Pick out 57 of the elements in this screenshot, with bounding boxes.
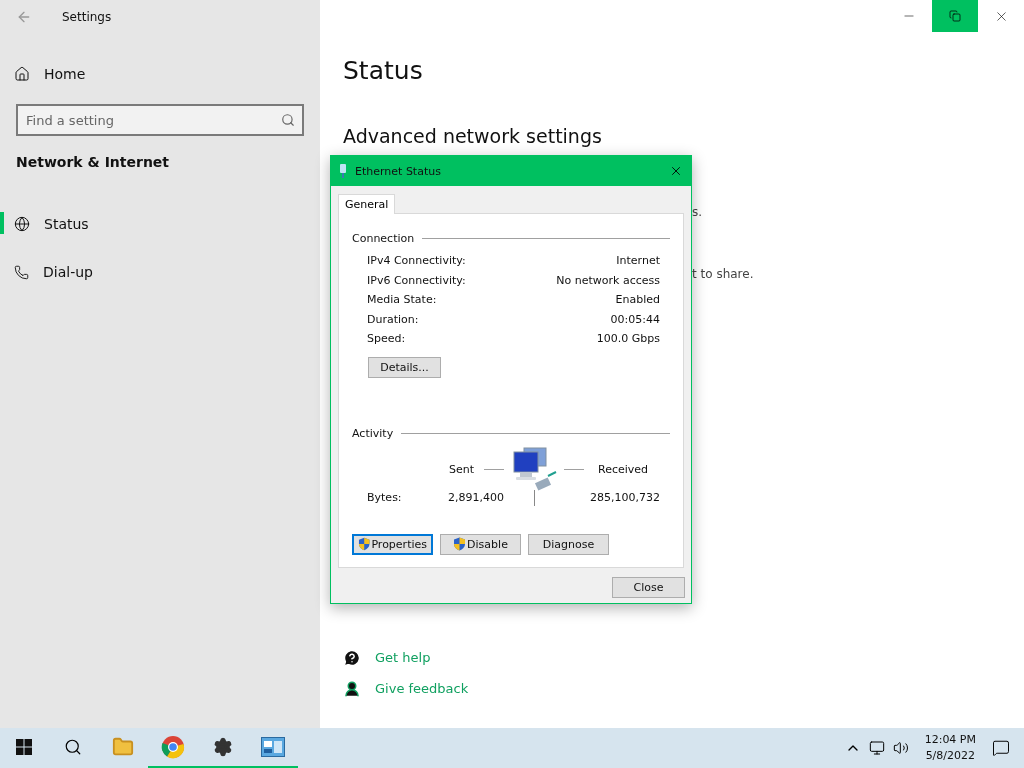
dialog-button[interactable]: Diagnose [528, 533, 609, 555]
globe-icon [14, 216, 30, 232]
feedback-icon [343, 679, 361, 698]
page-heading: Status [343, 56, 424, 85]
clock-date[interactable]: 5/8/2022 [925, 748, 976, 764]
search-icon[interactable] [64, 738, 82, 756]
field-value: Internet [616, 254, 660, 268]
home-icon [14, 66, 30, 82]
group-label: Activity [352, 426, 394, 440]
field-label: IPv4 Connectivity: [367, 254, 466, 268]
home-nav-item[interactable]: Home [0, 52, 320, 96]
phone-icon [14, 264, 29, 280]
search-field[interactable]: Find a setting [16, 104, 304, 136]
field-label: Media State: [367, 293, 437, 307]
field-label: Bytes: [367, 491, 403, 504]
close-icon[interactable] [669, 164, 683, 178]
shield-icon [453, 537, 467, 551]
dialog-button[interactable]: Properties [352, 533, 433, 555]
shield-icon [358, 537, 371, 551]
description-text: s. [692, 205, 704, 219]
clock-time[interactable]: 12:04 PM [924, 732, 976, 748]
section-heading: Advanced network settings [343, 125, 603, 147]
sent-label: Sent [448, 463, 474, 476]
settings-icon[interactable] [213, 737, 233, 757]
help-link[interactable]: Get help [343, 642, 1024, 673]
field-value: No network access [556, 273, 660, 287]
field-value: 00:05:44 [610, 312, 660, 326]
network-computers-icon [510, 445, 558, 494]
description-text: t to share. [692, 267, 755, 281]
sent-bytes: 2,891,400 [447, 491, 504, 504]
restore-icon[interactable] [949, 10, 961, 22]
field-value: 100.0 Gbps [596, 332, 660, 346]
help-icon [343, 648, 361, 667]
tab[interactable]: General [338, 194, 396, 214]
ethernet-icon [339, 164, 347, 178]
group-label: Connection [352, 232, 415, 245]
received-label: Received [598, 463, 649, 476]
volume-icon[interactable] [892, 740, 909, 756]
field-value: Enabled [615, 293, 660, 307]
notifications-icon[interactable] [992, 739, 1010, 757]
window-title: Settings [62, 10, 112, 24]
sidebar-item[interactable]: Dial-up [0, 248, 320, 296]
field-label: IPv6 Connectivity: [367, 273, 466, 287]
dialog-button[interactable]: Disable [440, 533, 521, 555]
received-bytes: 285,100,732 [589, 491, 660, 504]
field-label: Speed: [367, 332, 406, 346]
search-icon [281, 113, 295, 127]
windows-logo-icon[interactable] [16, 739, 32, 755]
network-icon[interactable] [868, 740, 885, 756]
details-button[interactable]: Details... [368, 356, 441, 378]
field-label: Duration: [367, 312, 419, 326]
section-heading: Network & Internet [15, 153, 171, 172]
dialog-title: Ethernet Status [355, 164, 441, 178]
close-button[interactable]: Close [612, 577, 685, 598]
control-panel-icon[interactable] [261, 737, 285, 757]
browser-icon[interactable] [161, 735, 185, 759]
sidebar-item[interactable]: Status [0, 200, 320, 248]
